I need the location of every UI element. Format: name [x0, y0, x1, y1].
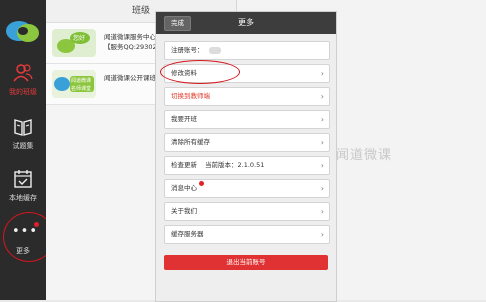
book-icon	[14, 119, 32, 136]
menu-item-label: 消息中心	[171, 184, 197, 192]
chevron-right-icon: ›	[320, 138, 324, 147]
edit-profile-row[interactable]: 修改资料 ›	[164, 64, 330, 83]
menu-item-label: 清除所有缓存	[171, 138, 210, 146]
thumbnail-caption-1: 闻道微课	[71, 78, 92, 84]
menu-item-label: 关于我们	[171, 207, 197, 215]
notification-dot	[34, 222, 39, 227]
thumbnail-bubble-text: 您好	[73, 35, 86, 42]
dialog-title: 更多	[238, 18, 254, 27]
app-logo-icon	[6, 21, 39, 42]
watermark-text: 闻道微课	[336, 148, 393, 163]
sidebar-item-label: 试题集	[12, 142, 34, 150]
class-name: 闻道微课服务中心	[104, 33, 156, 41]
menu-item-label: 检查更新	[171, 161, 197, 169]
sidebar-item-my-class[interactable]: 我的班级	[0, 62, 46, 108]
calendar-check-icon	[14, 170, 32, 188]
menu-item-label: 切换到教师端	[171, 92, 210, 100]
open-class-row[interactable]: 我要开班 ›	[164, 110, 330, 129]
dialog-header: 完成 更多	[156, 12, 336, 34]
sidebar: 我的班级 试题集 本地缓存 ••• 更多	[0, 0, 46, 300]
menu-item-label: 我要开班	[171, 115, 197, 123]
switch-to-teacher-row[interactable]: 切换到教师端 ›	[164, 87, 330, 106]
chevron-right-icon: ›	[320, 184, 324, 193]
menu-item-label: 修改资料	[171, 69, 197, 77]
sidebar-item-label: 我的班级	[9, 88, 37, 96]
class-subtitle: 【服务QQ:293025	[104, 43, 161, 51]
sidebar-item-label: 更多	[16, 247, 30, 255]
chevron-right-icon: ›	[320, 161, 324, 170]
class-name: 闻道微课公开课班	[104, 74, 156, 82]
chevron-right-icon: ›	[320, 115, 324, 124]
sidebar-item-question-sets[interactable]: 试题集	[0, 116, 46, 162]
account-value-blurred	[209, 47, 221, 54]
account-label: 注册账号：	[171, 46, 204, 54]
about-us-row[interactable]: 关于我们 ›	[164, 202, 330, 221]
sidebar-item-label: 本地缓存	[9, 194, 37, 202]
clear-cache-row[interactable]: 清除所有缓存 ›	[164, 133, 330, 152]
sidebar-item-more[interactable]: ••• 更多	[0, 221, 46, 267]
logout-button[interactable]: 退出当前账号	[164, 255, 328, 270]
notification-dot	[199, 181, 204, 186]
cache-server-row[interactable]: 缓存服务器 ›	[164, 225, 330, 244]
chevron-right-icon: ›	[320, 207, 324, 216]
menu-item-label: 缓存服务器	[171, 230, 204, 238]
class-logo-icon	[54, 76, 94, 92]
chevron-right-icon: ›	[320, 69, 324, 78]
users-icon	[13, 64, 33, 82]
check-update-row[interactable]: 检查更新 当前版本：2.1.0.51 ›	[164, 156, 330, 175]
version-text: 当前版本：2.1.0.51	[205, 161, 265, 169]
more-dialog: 完成 更多 注册账号： 修改资料 › 切换到教师端 › 我要开班 › 清除所有缓…	[155, 11, 337, 302]
chevron-right-icon: ›	[320, 230, 324, 239]
account-row: 注册账号：	[164, 41, 330, 60]
sidebar-item-local-cache[interactable]: 本地缓存	[0, 168, 46, 214]
class-thumbnail: 闻道微课 名师课堂	[52, 70, 96, 98]
thumbnail-caption-2: 名师课堂	[71, 86, 92, 92]
class-thumbnail: 您好	[52, 29, 96, 57]
more-dots-icon: •••	[12, 224, 39, 239]
chevron-right-icon: ›	[320, 92, 324, 101]
message-center-row[interactable]: 消息中心 ›	[164, 179, 330, 198]
